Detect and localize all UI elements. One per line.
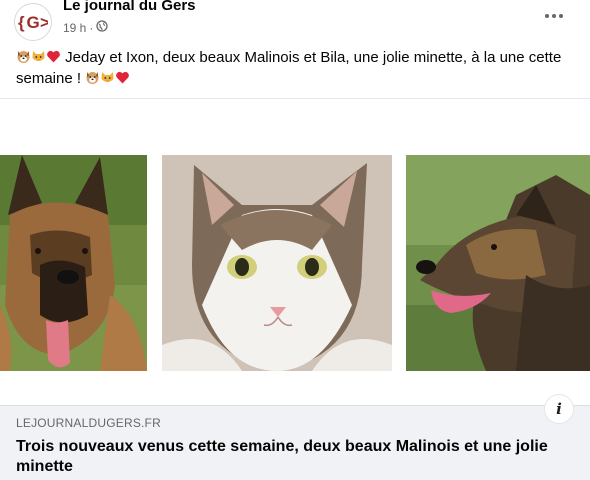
svg-text:{: {	[18, 13, 25, 32]
post-meta: 19 h ·	[63, 20, 109, 35]
dog-face-emoji	[16, 49, 31, 64]
cat-face-emoji	[100, 70, 115, 85]
link-preview-image[interactable]	[0, 99, 590, 405]
page-avatar[interactable]: { G >	[14, 3, 52, 41]
journal-logo: { G >	[18, 13, 48, 32]
post-time[interactable]: 19 h	[63, 21, 86, 35]
link-preview[interactable]: LEJOURNALDUGERS.FR Trois nouveaux venus …	[0, 394, 590, 480]
more-options-icon[interactable]	[536, 6, 572, 26]
malinois-dog-photo	[0, 155, 147, 371]
red-heart-emoji	[115, 70, 130, 85]
info-icon[interactable]: i	[544, 394, 574, 424]
cat-photo	[162, 155, 392, 371]
svg-text:G: G	[27, 13, 40, 32]
post-header: { G > Le journal du Gers 19 h ·	[0, 0, 590, 41]
meta-separator: ·	[89, 20, 94, 35]
svg-text:>: >	[40, 13, 48, 32]
link-domain: LEJOURNALDUGERS.FR	[16, 416, 161, 430]
red-heart-emoji	[46, 49, 61, 64]
post-text: Jeday et Ixon, deux beaux Malinois et Bi…	[16, 47, 581, 89]
brindle-dog-photo	[406, 155, 590, 371]
cat-face-emoji	[31, 49, 46, 64]
dog-face-emoji	[85, 70, 100, 85]
page-name[interactable]: Le journal du Gers	[63, 0, 196, 14]
link-title[interactable]: Trois nouveaux venus cette semaine, deux…	[16, 437, 571, 477]
globe-icon[interactable]	[96, 20, 109, 35]
